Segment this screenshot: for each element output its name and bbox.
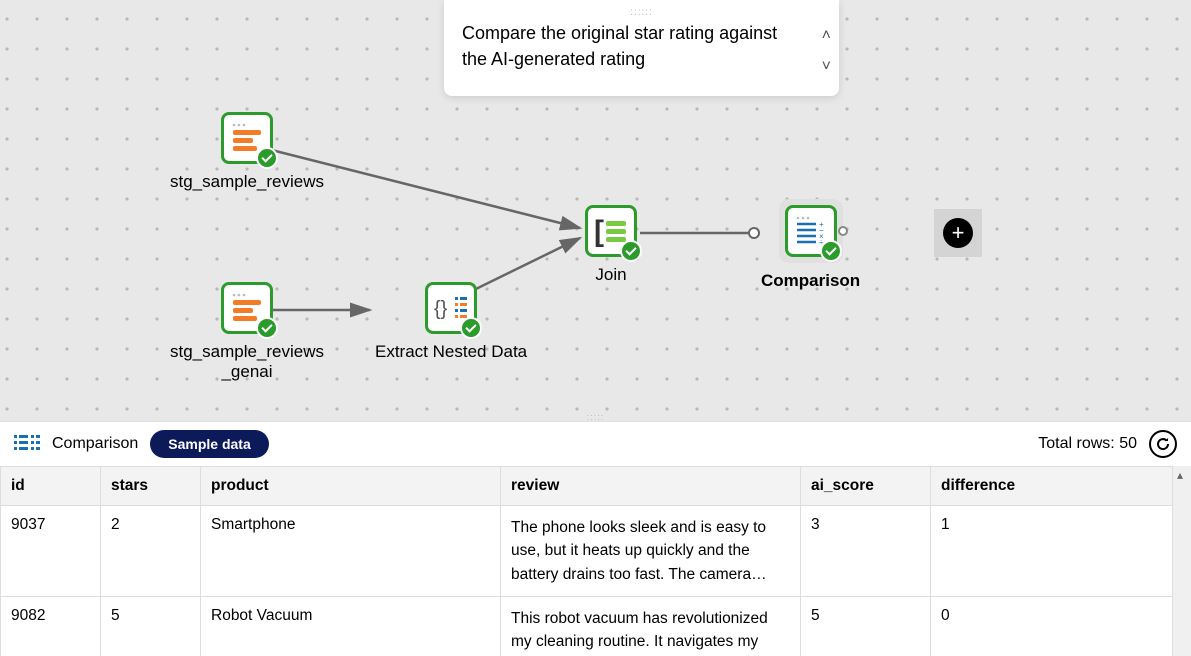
- cell-difference: 1: [931, 506, 1173, 597]
- scroll-up-icon[interactable]: ▴: [1177, 468, 1183, 482]
- cell-stars: 2: [101, 506, 201, 597]
- plus-icon: +: [943, 218, 973, 248]
- col-header-stars[interactable]: stars: [101, 467, 201, 506]
- success-badge-icon: [460, 317, 482, 339]
- col-header-review[interactable]: review: [501, 467, 801, 506]
- join-icon: [: [585, 205, 637, 257]
- success-badge-icon: [820, 240, 842, 262]
- success-badge-icon: [620, 240, 642, 262]
- node-label: stg_sample_reviews: [170, 172, 324, 192]
- table-row[interactable]: 9082 5 Robot Vacuum This robot vacuum ha…: [1, 596, 1173, 656]
- node-stg-sample-reviews-genai[interactable]: stg_sample_reviews _genai: [170, 282, 324, 383]
- cell-review: The phone looks sleek and is easy to use…: [501, 506, 801, 597]
- node-label: Join: [595, 265, 626, 285]
- tooltip-scrollbar[interactable]: ˄ ˅: [822, 24, 831, 78]
- output-port[interactable]: [838, 226, 848, 236]
- cell-product: Smartphone: [201, 506, 501, 597]
- chevron-up-icon[interactable]: ˄: [822, 24, 831, 47]
- success-badge-icon: [256, 147, 278, 169]
- node-label: stg_sample_reviews _genai: [170, 342, 324, 383]
- sample-data-pill[interactable]: Sample data: [150, 430, 268, 458]
- svg-text:{}: {}: [434, 298, 448, 320]
- node-label: Comparison: [761, 271, 860, 291]
- cell-stars: 5: [101, 596, 201, 656]
- total-rows-label: Total rows: 50: [1038, 435, 1137, 453]
- comparison-panel-icon: [14, 433, 40, 455]
- col-header-product[interactable]: product: [201, 467, 501, 506]
- node-extract-nested-data[interactable]: {} Extract Nested Data: [375, 282, 527, 362]
- panel-drag-handle-icon[interactable]: :::::: [587, 412, 605, 422]
- node-stg-sample-reviews[interactable]: stg_sample_reviews: [170, 112, 324, 192]
- chevron-down-icon[interactable]: ˅: [822, 55, 831, 78]
- extract-nested-icon: {}: [425, 282, 477, 334]
- data-table-wrap: id stars product review ai_score differe…: [0, 466, 1191, 656]
- source-table-icon: [221, 282, 273, 334]
- add-node-button[interactable]: +: [934, 209, 982, 257]
- col-header-id[interactable]: id: [1, 467, 101, 506]
- data-table: id stars product review ai_score differe…: [0, 466, 1173, 656]
- cell-id: 9037: [1, 506, 101, 597]
- table-row[interactable]: 9037 2 Smartphone The phone looks sleek …: [1, 506, 1173, 597]
- cell-ai-score: 3: [801, 506, 931, 597]
- comparison-icon: + − × ÷: [785, 205, 837, 257]
- cell-product: Robot Vacuum: [201, 596, 501, 656]
- refresh-button[interactable]: [1149, 430, 1177, 458]
- node-join[interactable]: [ Join: [585, 205, 637, 285]
- workflow-canvas[interactable]: :::::: Compare the original star rating …: [0, 0, 1191, 421]
- svg-text:[: [: [594, 215, 604, 248]
- panel-header: Comparison Sample data Total rows: 50: [0, 422, 1191, 466]
- cell-ai-score: 5: [801, 596, 931, 656]
- table-scrollbar[interactable]: ▴: [1173, 466, 1191, 656]
- panel-title: Comparison: [52, 435, 138, 453]
- refresh-icon: [1155, 436, 1171, 452]
- success-badge-icon: [256, 317, 278, 339]
- node-label: Extract Nested Data: [375, 342, 527, 362]
- cell-review: This robot vacuum has revolutionized my …: [501, 596, 801, 656]
- table-header-row: id stars product review ai_score differe…: [1, 467, 1173, 506]
- cell-id: 9082: [1, 596, 101, 656]
- cell-difference: 0: [931, 596, 1173, 656]
- source-table-icon: [221, 112, 273, 164]
- node-description-tooltip: :::::: Compare the original star rating …: [444, 0, 839, 96]
- tooltip-text: Compare the original star rating against…: [462, 23, 777, 69]
- drag-handle-icon[interactable]: ::::::: [630, 6, 653, 21]
- data-preview-panel: ::::: Comparison Sample data Total rows:…: [0, 421, 1191, 656]
- node-comparison[interactable]: + − × ÷ Comparison: [761, 199, 860, 291]
- col-header-ai-score[interactable]: ai_score: [801, 467, 931, 506]
- col-header-difference[interactable]: difference: [931, 467, 1173, 506]
